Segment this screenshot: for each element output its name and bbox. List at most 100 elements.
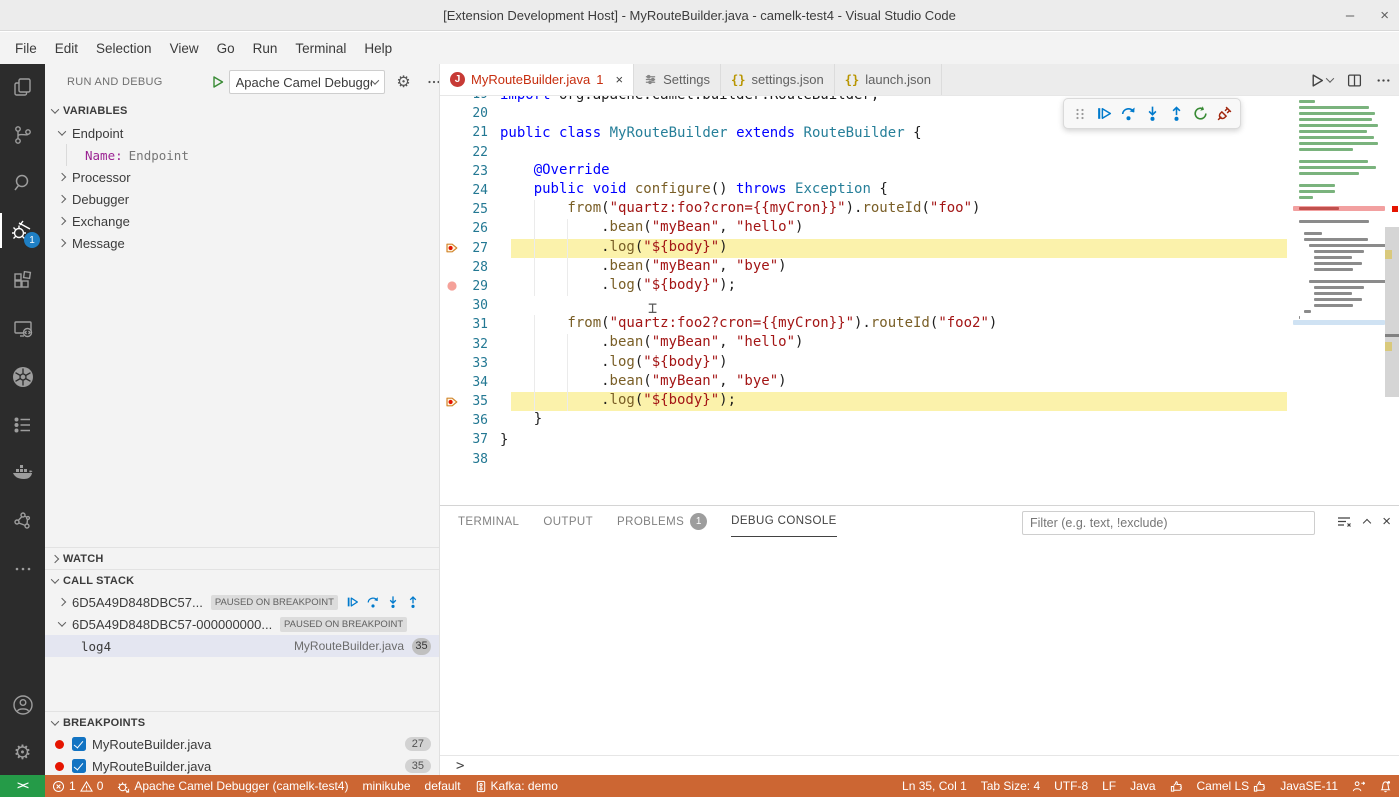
variable-endpoint-name[interactable]: Name: Endpoint — [45, 144, 439, 166]
menu-selection[interactable]: Selection — [87, 37, 161, 60]
code-line-30[interactable]: 30 — [440, 296, 1399, 315]
kafka-status[interactable]: Kafka: demo — [468, 775, 565, 797]
breakpoint-gutter[interactable] — [440, 219, 464, 238]
code-line-37[interactable]: 37} — [440, 430, 1399, 449]
start-debug-icon[interactable] — [211, 75, 225, 89]
settings-gear-icon[interactable]: ⚙ — [0, 730, 45, 775]
variable-message[interactable]: Message — [45, 232, 439, 254]
code-line-27[interactable]: 27.log("${body}") — [440, 239, 1399, 258]
minikube-status[interactable]: minikube — [355, 775, 417, 797]
docker-icon[interactable] — [0, 450, 45, 495]
restart-icon[interactable] — [1189, 103, 1211, 125]
step-into-icon[interactable] — [386, 595, 400, 609]
breakpoint-glyph-icon[interactable] — [440, 277, 464, 296]
code-line-28[interactable]: 28.bean("myBean", "bye") — [440, 258, 1399, 277]
indentation-status[interactable]: Tab Size: 4 — [974, 775, 1047, 797]
code-line-26[interactable]: 26.bean("myBean", "hello") — [440, 219, 1399, 238]
variable-processor[interactable]: Processor — [45, 166, 439, 188]
breakpoint-gutter[interactable] — [440, 104, 464, 123]
breakpoint-gutter[interactable] — [440, 200, 464, 219]
step-over-icon[interactable] — [366, 595, 380, 609]
breakpoint-item-35[interactable]: MyRouteBuilder.java 35 — [45, 755, 439, 775]
encoding-status[interactable]: UTF-8 — [1047, 775, 1095, 797]
call-stack-frame-log4[interactable]: log4 MyRouteBuilder.java 35 — [45, 635, 439, 657]
close-panel-icon[interactable]: × — [1382, 513, 1391, 530]
call-stack-session-2[interactable]: 6D5A49D848DBC57-000000000... PAUSED ON B… — [45, 613, 439, 635]
variable-exchange[interactable]: Exchange — [45, 210, 439, 232]
code-line-24[interactable]: 24public void configure() throws Excepti… — [440, 181, 1399, 200]
breakpoint-checkbox[interactable] — [72, 759, 86, 773]
feedback-icon[interactable] — [1345, 775, 1372, 797]
camel-ls-status[interactable]: Camel LS — [1190, 775, 1274, 797]
code-line-32[interactable]: 32.bean("myBean", "hello") — [440, 334, 1399, 353]
code-line-38[interactable]: 38 — [440, 450, 1399, 469]
variable-endpoint[interactable]: Endpoint — [45, 122, 439, 144]
source-control-icon[interactable] — [0, 112, 45, 157]
run-and-debug-icon[interactable]: 1 — [0, 208, 45, 253]
language-status-ok-icon[interactable] — [1163, 775, 1190, 797]
tab-terminal[interactable]: TERMINAL — [458, 506, 519, 537]
clear-console-icon[interactable] — [1336, 514, 1352, 530]
breakpoint-gutter[interactable] — [440, 430, 464, 449]
minimize-button[interactable]: – — [1346, 7, 1354, 24]
code-line-36[interactable]: 36} — [440, 411, 1399, 430]
tab-launch-json[interactable]: {} launch.json — [835, 64, 942, 95]
overview-ruler-scrollbar[interactable] — [1385, 96, 1399, 505]
debug-console-filter-input[interactable] — [1022, 511, 1315, 535]
variables-section-header[interactable]: VARIABLES — [45, 100, 439, 122]
explorer-icon[interactable] — [0, 64, 45, 109]
tab-settings[interactable]: Settings — [634, 64, 721, 95]
breakpoint-glyph-icon[interactable] — [440, 392, 464, 411]
breakpoint-checkbox[interactable] — [72, 737, 86, 751]
toolbar-drag-handle[interactable] — [1069, 103, 1091, 125]
call-stack-section-header[interactable]: CALL STACK — [45, 569, 439, 591]
test-explorer-icon[interactable] — [0, 402, 45, 447]
problems-status[interactable]: 1 0 — [45, 775, 110, 797]
code-line-29[interactable]: 29.log("${body}"); — [440, 277, 1399, 296]
code-line-33[interactable]: 33.log("${body}") — [440, 354, 1399, 373]
code-line-34[interactable]: 34.bean("myBean", "bye") — [440, 373, 1399, 392]
tab-debug-console[interactable]: DEBUG CONSOLE — [731, 506, 837, 537]
breakpoint-gutter[interactable] — [440, 315, 464, 334]
more-views-icon[interactable] — [0, 546, 45, 591]
namespace-status[interactable]: default — [418, 775, 468, 797]
breakpoint-gutter[interactable] — [440, 334, 464, 353]
call-stack-session-1[interactable]: 6D5A49D848DBC57... PAUSED ON BREAKPOINT — [45, 591, 439, 613]
step-over-icon[interactable] — [1117, 103, 1139, 125]
menu-help[interactable]: Help — [355, 37, 401, 60]
breakpoint-gutter[interactable] — [440, 123, 464, 142]
code-line-23[interactable]: 23@Override — [440, 162, 1399, 181]
breakpoint-gutter[interactable] — [440, 450, 464, 469]
step-out-icon[interactable] — [406, 595, 420, 609]
breakpoint-gutter[interactable] — [440, 96, 464, 104]
debug-settings-gear-icon[interactable]: ⚙ — [393, 71, 415, 93]
breakpoint-gutter[interactable] — [440, 354, 464, 373]
breakpoint-gutter[interactable] — [440, 181, 464, 200]
breakpoint-item-27[interactable]: MyRouteBuilder.java 27 — [45, 733, 439, 755]
accounts-icon[interactable] — [0, 682, 45, 727]
run-file-button[interactable] — [1310, 73, 1333, 88]
code-line-31[interactable]: 31from("quartz:foo2?cron={{myCron}}").ro… — [440, 315, 1399, 334]
integrations-icon[interactable] — [0, 498, 45, 543]
remote-indicator[interactable]: >< — [0, 775, 45, 797]
watch-section-header[interactable]: WATCH — [45, 547, 439, 569]
menu-terminal[interactable]: Terminal — [286, 37, 355, 60]
code-line-25[interactable]: 25from("quartz:foo?cron={{myCron}}").rou… — [440, 200, 1399, 219]
language-status[interactable]: Java — [1123, 775, 1162, 797]
breakpoint-gutter[interactable] — [440, 411, 464, 430]
code-line-19[interactable]: 19import org.apache.camel.builder.RouteB… — [440, 96, 1399, 104]
breakpoint-gutter[interactable] — [440, 373, 464, 392]
kubernetes-icon[interactable] — [0, 354, 45, 399]
step-into-icon[interactable] — [1141, 103, 1163, 125]
debug-console-input[interactable]: > — [440, 755, 1399, 776]
tab-output[interactable]: OUTPUT — [543, 506, 593, 537]
debugger-status[interactable]: Apache Camel Debugger (camelk-test4) — [110, 775, 355, 797]
breakpoint-gutter[interactable] — [440, 296, 464, 315]
close-icon[interactable]: × — [615, 72, 623, 87]
menu-edit[interactable]: Edit — [46, 37, 87, 60]
disconnect-icon[interactable] — [1213, 103, 1235, 125]
jdk-status[interactable]: JavaSE-11 — [1273, 775, 1345, 797]
menu-go[interactable]: Go — [208, 37, 244, 60]
extensions-icon[interactable] — [0, 258, 45, 303]
continue-icon[interactable] — [1093, 103, 1115, 125]
